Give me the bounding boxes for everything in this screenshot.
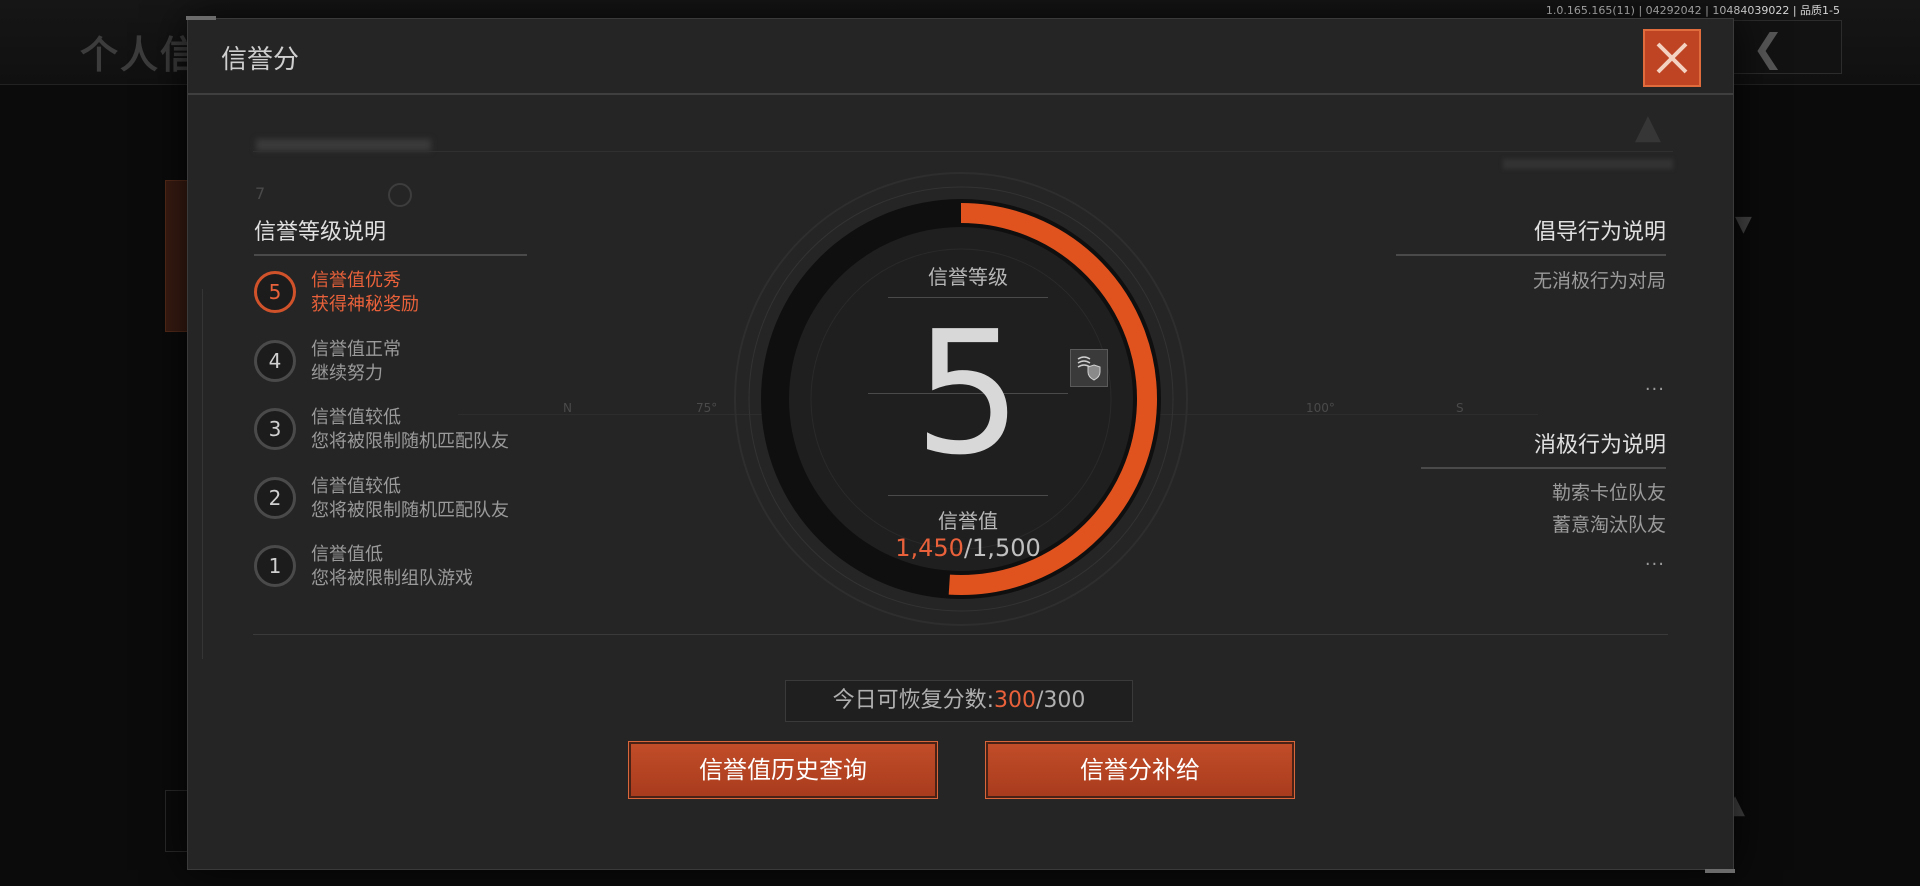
divider [253, 151, 1673, 152]
credit-shield-icon[interactable] [1070, 349, 1108, 387]
shield-icon [1077, 356, 1101, 381]
compass-label: 100° [1306, 401, 1335, 415]
positive-behavior-title: 倡导行为说明 [1396, 214, 1666, 256]
negative-behavior-item: 勒索卡位队友 [1551, 482, 1666, 504]
level-title: 信誉值较低 [311, 407, 401, 428]
divider-vertical [202, 289, 203, 659]
compass-label: 75° [696, 401, 718, 415]
recover-current: 300 [994, 688, 1036, 713]
credit-score-current: 1,450 [895, 534, 964, 562]
credit-supply-button[interactable]: 信誉分补给 [985, 741, 1295, 799]
positive-behavior-item: 无消极行为对局 [1532, 270, 1666, 292]
level-title: 信誉值低 [311, 544, 383, 565]
level-badge: 4 [254, 339, 296, 382]
negative-behavior-item: 蓄意淘汰队友 [1551, 514, 1666, 536]
positive-more-icon[interactable]: ... [1645, 374, 1665, 395]
divider [253, 634, 1668, 635]
close-button[interactable] [1643, 29, 1701, 87]
negative-more-icon[interactable]: ... [1645, 549, 1665, 570]
version-text: 1.0.165.165(11) | 04292042 | 10484039022… [1545, 4, 1840, 17]
crosshair-icon [388, 183, 412, 207]
close-x-icon [1656, 42, 1688, 74]
level-title: 信誉值优秀 [311, 270, 401, 291]
divider [888, 495, 1048, 496]
negative-behavior-title: 消极行为说明 [1421, 427, 1666, 469]
compass-label: N [563, 401, 572, 415]
warning-icon: ▲ [1634, 107, 1661, 147]
credit-score-max: /1,500 [963, 534, 1041, 562]
recover-label: 今日可恢复分数: [832, 688, 994, 713]
level-badge: 5 [254, 271, 296, 313]
chevron-down-icon: ▼ [1735, 212, 1752, 237]
level-description: 继续努力 [311, 362, 383, 384]
daily-recover-score: 今日可恢复分数:300/300 [785, 680, 1133, 722]
compass-label: S [1456, 401, 1464, 415]
level-badge: 2 [254, 476, 296, 519]
level-badge: 3 [254, 408, 296, 450]
levels-panel-title: 信誉等级说明 [254, 214, 527, 256]
level-description: 您将被限制组队游戏 [311, 568, 473, 589]
credit-history-button[interactable]: 信誉值历史查询 [628, 741, 938, 799]
credit-level-label: 信誉等级 [928, 265, 1008, 289]
back-arrow-icon: ❮ [1752, 26, 1784, 70]
faint-overlay-number: 7 [255, 184, 266, 203]
modal-title: 信誉分 [221, 45, 300, 75]
credit-value-label: 信誉值 [938, 509, 998, 533]
background-page-title: 个人信 [80, 33, 201, 77]
level-description: 获得神秘奖励 [311, 294, 419, 315]
faint-overlay-text [256, 139, 431, 151]
level-badge: 1 [254, 545, 296, 587]
level-description: 您将被限制随机匹配队友 [311, 499, 509, 521]
recover-max: /300 [1036, 688, 1086, 713]
level-title: 信誉值较低 [311, 475, 401, 497]
credit-score: 1,450/1,500 [838, 534, 1098, 562]
level-description: 您将被限制随机匹配队友 [311, 431, 509, 452]
level-title: 信誉值正常 [311, 338, 401, 360]
modal-header: 信誉分 [188, 19, 1733, 95]
credit-level-value: 5 [913, 295, 1023, 493]
faint-overlay-text-right [1503, 159, 1673, 169]
credit-score-modal: 信誉分 7 ▲ N 75° 100° S 信誉等级说明 5 信誉值优秀 获得神秘… [186, 16, 1735, 873]
